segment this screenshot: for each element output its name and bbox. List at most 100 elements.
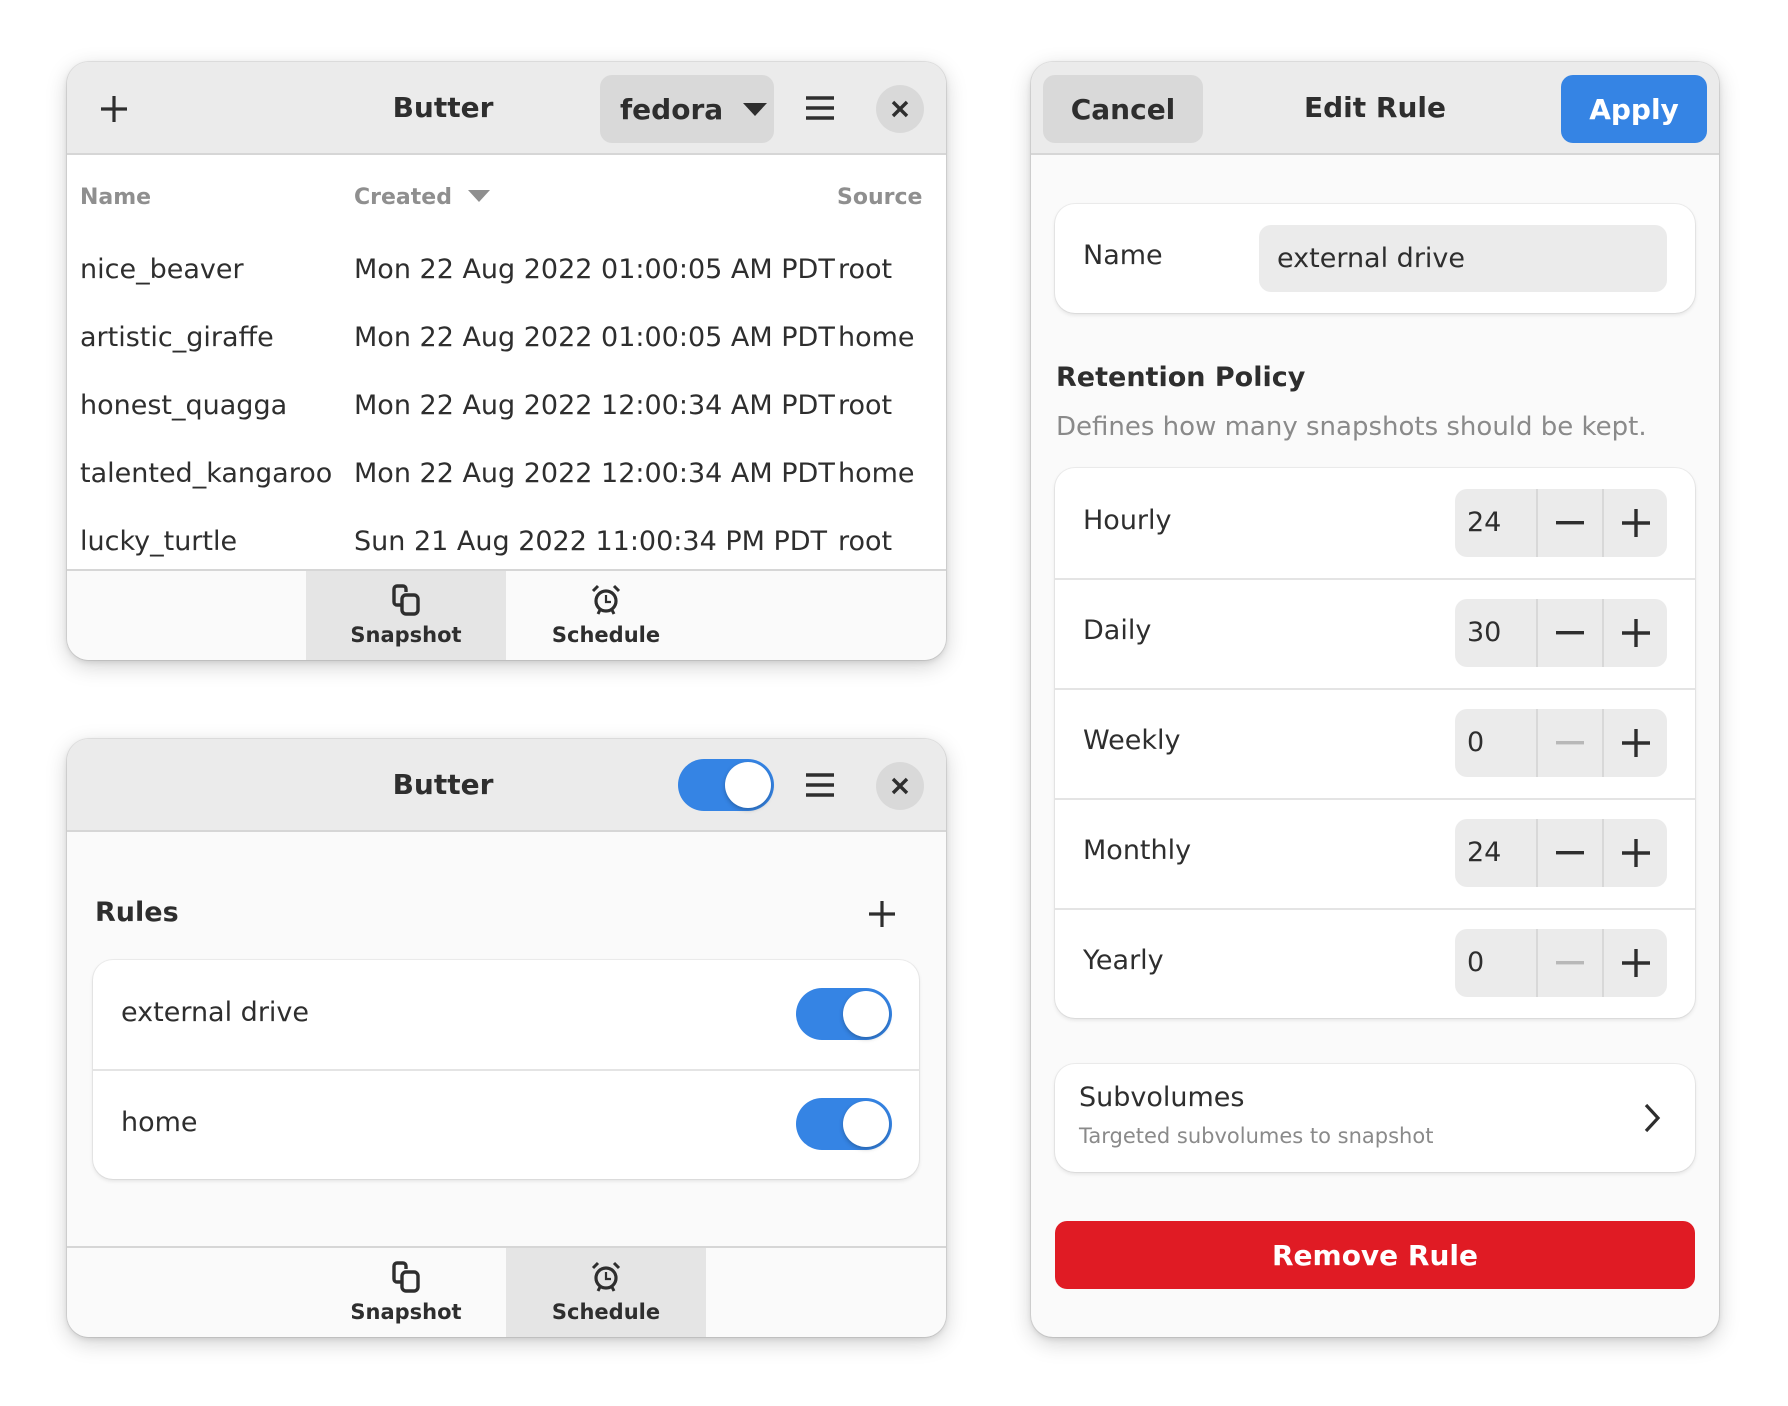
column-header-created[interactable]: Created <box>354 185 490 210</box>
tab-schedule[interactable]: Schedule <box>506 1248 706 1337</box>
retention-policy-title: Retention Policy <box>1056 362 1306 393</box>
view-switcher-bar: Snapshot Schedule <box>67 569 946 660</box>
rules-list: external drive home <box>93 960 919 1179</box>
spin-value[interactable]: 0 <box>1455 709 1536 777</box>
column-header-source[interactable]: Source <box>837 185 922 210</box>
increment-button[interactable] <box>1602 599 1667 667</box>
table-row[interactable]: honest_quagga Mon 22 Aug 2022 12:00:34 A… <box>67 372 946 440</box>
rule-enabled-switch[interactable] <box>796 1098 892 1150</box>
add-rule-button[interactable] <box>857 889 907 939</box>
cell-name: lucky_turtle <box>80 526 238 557</box>
decrement-button[interactable] <box>1536 489 1602 557</box>
tab-label: Snapshot <box>350 1300 462 1324</box>
cell-source: root <box>838 526 893 557</box>
column-header-name[interactable]: Name <box>80 185 151 210</box>
tab-label: Schedule <box>551 1300 661 1324</box>
decrement-button[interactable] <box>1536 599 1602 667</box>
alarm-clock-icon <box>590 1260 622 1294</box>
close-button[interactable] <box>876 85 924 133</box>
window-title: Butter <box>392 91 494 124</box>
decrement-button[interactable] <box>1536 819 1602 887</box>
increment-button[interactable] <box>1602 819 1667 887</box>
table-row[interactable]: talented_kangaroo Mon 22 Aug 2022 12:00:… <box>67 440 946 508</box>
daily-spinbutton: 30 <box>1455 599 1667 667</box>
cell-name: honest_quagga <box>80 390 288 421</box>
column-header-label: Name <box>80 185 152 210</box>
retention-policy-subtitle: Defines how many snapshots should be kep… <box>1056 412 1647 442</box>
increment-button[interactable] <box>1602 929 1667 997</box>
dialog-title: Edit Rule <box>1304 91 1446 124</box>
hamburger-menu-icon <box>806 773 834 797</box>
tab-schedule[interactable]: Schedule <box>506 571 706 660</box>
retention-label: Weekly <box>1083 725 1181 756</box>
increment-button[interactable] <box>1602 489 1667 557</box>
rule-row-home[interactable]: home <box>93 1069 919 1179</box>
add-snapshot-button[interactable] <box>89 85 139 133</box>
plus-icon <box>1621 839 1650 867</box>
yearly-spinbutton: 0 <box>1455 929 1667 997</box>
cell-created: Mon 22 Aug 2022 12:00:34 AM PDT <box>354 390 835 421</box>
table-row[interactable]: artistic_giraffe Mon 22 Aug 2022 01:00:0… <box>67 304 946 372</box>
increment-button[interactable] <box>1602 709 1667 777</box>
close-icon <box>891 100 909 118</box>
name-card: Name <box>1055 204 1695 313</box>
snapshots-table: Name Created Source nice_beaver Mon 22 A… <box>67 155 946 569</box>
rule-enabled-switch[interactable] <box>796 988 892 1040</box>
cell-created: Mon 22 Aug 2022 12:00:34 AM PDT <box>354 458 835 489</box>
tab-snapshot[interactable]: Snapshot <box>306 1248 506 1337</box>
cell-source: home <box>838 322 915 353</box>
retention-row-weekly: Weekly 0 <box>1055 688 1695 798</box>
table-row[interactable]: lucky_turtle Sun 21 Aug 2022 11:00:34 PM… <box>67 508 946 576</box>
cell-name: talented_kangaroo <box>80 458 333 489</box>
cell-source: root <box>838 390 893 421</box>
subvolume-dropdown[interactable]: fedora <box>600 75 774 143</box>
plus-icon <box>101 96 127 122</box>
alarm-clock-icon <box>590 583 622 617</box>
main-menu-button[interactable] <box>795 761 845 809</box>
tab-label: Schedule <box>551 623 661 647</box>
main-menu-button[interactable] <box>795 84 845 132</box>
headerbar: Cancel Edit Rule Apply <box>1031 62 1719 155</box>
rule-row-external-drive[interactable]: external drive <box>93 960 919 1069</box>
snapshot-icon <box>390 583 422 617</box>
spin-value[interactable]: 30 <box>1455 599 1536 667</box>
monthly-spinbutton: 24 <box>1455 819 1667 887</box>
cell-name: nice_beaver <box>80 254 244 285</box>
subvolumes-title: Subvolumes <box>1079 1082 1245 1113</box>
plus-icon <box>1621 729 1650 757</box>
tab-snapshot[interactable]: Snapshot <box>306 571 506 660</box>
retention-label: Hourly <box>1083 505 1172 536</box>
retention-row-hourly: Hourly 24 <box>1055 468 1695 578</box>
cancel-button[interactable]: Cancel <box>1043 75 1203 143</box>
cell-created: Mon 22 Aug 2022 01:00:05 AM PDT <box>354 254 835 285</box>
cell-created: Mon 22 Aug 2022 01:00:05 AM PDT <box>354 322 835 353</box>
subvolumes-row[interactable]: Subvolumes Targeted subvolumes to snapsh… <box>1055 1064 1695 1172</box>
window-title: Butter <box>392 768 494 801</box>
hamburger-menu-icon <box>806 96 834 120</box>
plus-icon <box>1621 949 1650 977</box>
table-row[interactable]: nice_beaver Mon 22 Aug 2022 01:00:05 AM … <box>67 236 946 304</box>
close-icon <box>891 777 909 795</box>
cell-source: home <box>838 458 915 489</box>
snapshot-icon <box>390 1260 422 1294</box>
minus-icon <box>1556 631 1584 635</box>
rules-heading: Rules <box>95 897 179 928</box>
headerbar: Butter fedora <box>67 62 946 155</box>
schedule-enabled-switch[interactable] <box>678 759 774 811</box>
remove-rule-button[interactable]: Remove Rule <box>1055 1221 1695 1289</box>
rule-name-input[interactable] <box>1259 225 1667 292</box>
switch-knob <box>843 991 889 1037</box>
retention-label: Daily <box>1083 615 1152 646</box>
spin-value[interactable]: 24 <box>1455 819 1536 887</box>
snapshots-window: Butter fedora Name Created Source nice_b… <box>67 62 946 660</box>
hourly-spinbutton: 24 <box>1455 489 1667 557</box>
decrement-button-disabled <box>1536 709 1602 777</box>
apply-button[interactable]: Apply <box>1561 75 1707 143</box>
retention-row-yearly: Yearly 0 <box>1055 908 1695 1018</box>
spin-value[interactable]: 0 <box>1455 929 1536 997</box>
cell-created: Sun 21 Aug 2022 11:00:34 PM PDT <box>354 526 828 557</box>
triangle-down-icon <box>743 102 768 116</box>
close-button[interactable] <box>876 762 924 810</box>
spin-value[interactable]: 24 <box>1455 489 1536 557</box>
cell-name: artistic_giraffe <box>80 322 274 353</box>
